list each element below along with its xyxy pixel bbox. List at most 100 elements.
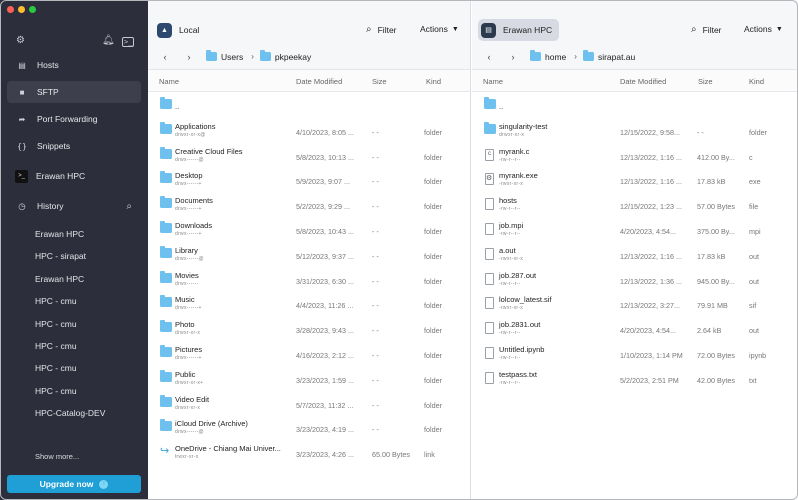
file-name: Music bbox=[175, 295, 195, 305]
history-item[interactable]: HPC - cmu bbox=[35, 341, 77, 351]
file-name: Creative Cloud Files bbox=[175, 146, 243, 156]
table-row[interactable]: Public drwxr-xr-x+ 3/23/2023, 1:59 ... - - f… bbox=[148, 367, 470, 392]
upgrade-button[interactable]: Upgrade now ↑ bbox=[7, 475, 141, 493]
history-item[interactable]: HPC - cmu bbox=[35, 319, 77, 329]
filter-button[interactable]: ⌕ Filter bbox=[691, 24, 722, 35]
breadcrumb-label: sirapat.au bbox=[597, 51, 636, 62]
file-size: - - bbox=[372, 251, 379, 261]
filter-button[interactable]: ⌕ Filter bbox=[366, 24, 397, 35]
breadcrumb-item[interactable]: home bbox=[530, 50, 566, 62]
sidebar-item-port-forwarding[interactable]: ➦ Port Forwarding bbox=[7, 108, 141, 130]
link-arrow-icon: ↪ bbox=[160, 445, 170, 458]
file-name: Documents bbox=[175, 196, 213, 206]
table-row[interactable]: job.mpi -rw-r--r-- 4/20/2023, 4:54... 375.0… bbox=[472, 218, 798, 243]
table-row[interactable]: Library drwx------@ 5/12/2023, 9:37 ... - -… bbox=[148, 243, 470, 268]
folder-icon bbox=[484, 97, 496, 109]
table-row[interactable]: Video Edit drwxr-xr-x 5/7/2023, 11:32 ... -… bbox=[148, 392, 470, 417]
close-window-button[interactable] bbox=[7, 6, 14, 13]
back-arrow-icon[interactable]: ‹ bbox=[482, 52, 496, 62]
actions-menu[interactable]: Actions ▼ bbox=[420, 24, 459, 34]
file-permissions: -rwxr-xr-x bbox=[499, 305, 524, 312]
file-kind: mpi bbox=[749, 227, 761, 236]
folder-icon bbox=[160, 295, 172, 308]
col-name[interactable]: Name bbox=[483, 77, 503, 86]
col-kind[interactable]: Kind bbox=[749, 77, 764, 86]
remote-pane: ▤ Erawan HPC ⌕ Filter Actions ▼ ‹ › home… bbox=[472, 0, 798, 500]
table-row[interactable]: myrank.c-rw-r--r-- 12/13/2022, 1:16 ... 41… bbox=[472, 144, 798, 169]
col-date[interactable]: Date Modified bbox=[620, 77, 666, 86]
file-date: 4/4/2023, 11:26 ... bbox=[296, 301, 354, 311]
file-size: 17.83 kB bbox=[697, 251, 726, 261]
table-row[interactable]: Creative Cloud Files drwx------@ 5/8/2023,… bbox=[148, 144, 470, 169]
history-item[interactable]: HPC - cmu bbox=[35, 386, 77, 396]
col-size[interactable]: Size bbox=[698, 77, 713, 86]
forward-arrow-icon[interactable]: › bbox=[506, 52, 520, 62]
table-row[interactable]: myrank.exe-rwxr-xr-x 12/13/2022, 1:16 ...… bbox=[472, 168, 798, 193]
show-more-link[interactable]: Show more... bbox=[35, 452, 79, 461]
search-icon[interactable]: ⌕ bbox=[126, 201, 132, 212]
gear-icon[interactable]: ⚙ bbox=[16, 35, 25, 47]
table-row[interactable]: Desktop drwx------+ 5/9/2023, 9:07 ... - - f… bbox=[148, 168, 470, 193]
history-item[interactable]: HPC-Catalog-DEV bbox=[35, 408, 105, 418]
table-row[interactable]: Movies drwx------ 3/31/2023, 6:30 ... - - fo… bbox=[148, 268, 470, 293]
table-row[interactable]: .. bbox=[148, 94, 470, 119]
minimize-window-button[interactable] bbox=[18, 6, 25, 13]
forward-arrow-icon[interactable]: › bbox=[182, 52, 196, 62]
file-name: hosts bbox=[499, 196, 517, 206]
table-row[interactable]: Pictures drwx------+ 4/16/2023, 2:12 ... - … bbox=[148, 342, 470, 367]
table-row[interactable]: Applications drwxr-xr-x@ 4/10/2023, 8:05 .… bbox=[148, 119, 470, 144]
table-row[interactable]: .. bbox=[472, 94, 798, 119]
col-name[interactable]: Name bbox=[159, 77, 179, 86]
column-header: Name Date Modified Size Kind bbox=[148, 70, 470, 92]
sidebar-item-erawan-hpc[interactable]: >_ Erawan HPC bbox=[7, 165, 141, 187]
file-permissions: drwxr-xr-x bbox=[175, 330, 201, 337]
table-row[interactable]: job.2831.out -rw-r--r-- 4/20/2023, 4:54...… bbox=[472, 317, 798, 342]
table-row[interactable]: lolcow_latest.sif -rwxr-xr-x 12/13/2022, 3… bbox=[472, 292, 798, 317]
row-icon bbox=[484, 322, 494, 335]
chevron-down-icon: ▼ bbox=[451, 25, 459, 33]
history-item[interactable]: HPC - cmu bbox=[35, 363, 77, 373]
table-row[interactable]: Photo drwxr-xr-x 3/28/2023, 9:43 ... - - fol… bbox=[148, 317, 470, 342]
file-size: - - bbox=[372, 400, 379, 410]
history-item[interactable]: HPC - cmu bbox=[35, 296, 77, 306]
actions-menu[interactable]: Actions ▼ bbox=[744, 24, 783, 34]
folder-icon bbox=[160, 369, 172, 382]
breadcrumb-item[interactable]: Users bbox=[206, 50, 243, 62]
bell-icon[interactable]: 🔔︎ bbox=[102, 35, 115, 47]
breadcrumb-item[interactable]: › sirapat.au bbox=[574, 50, 636, 62]
col-date[interactable]: Date Modified bbox=[296, 77, 342, 86]
table-row[interactable]: Documents drwx------+ 5/2/2023, 9:29 ... - … bbox=[148, 193, 470, 218]
table-row[interactable]: testpass.txt -rw-r--r-- 5/2/2023, 2:51 PM 4… bbox=[472, 367, 798, 392]
sidebar-item-hosts[interactable]: ▤ Hosts bbox=[7, 54, 141, 76]
sidebar-item-sftp[interactable]: ■ SFTP bbox=[7, 81, 141, 103]
file-size: 79.91 MB bbox=[697, 301, 728, 311]
table-row[interactable]: job.287.out -rw-r--r-- 12/13/2022, 1:36 ..… bbox=[472, 268, 798, 293]
terminal-icon[interactable]: >_ bbox=[122, 37, 135, 47]
breadcrumb-item[interactable]: › pkpeekay bbox=[251, 50, 311, 62]
back-arrow-icon[interactable]: ‹ bbox=[158, 52, 172, 62]
sidebar-item-snippets[interactable]: {} Snippets bbox=[7, 135, 141, 157]
file-kind: link bbox=[424, 450, 435, 460]
history-item[interactable]: Erawan HPC bbox=[35, 274, 84, 284]
zoom-window-button[interactable] bbox=[29, 6, 36, 13]
host-selector[interactable]: ▲ Local bbox=[154, 19, 206, 41]
history-item[interactable]: Erawan HPC bbox=[35, 229, 84, 239]
table-row[interactable]: singularity-test drwxr-xr-x 12/15/2022, 9:… bbox=[472, 119, 798, 144]
row-icon bbox=[160, 196, 172, 209]
folder-icon bbox=[160, 270, 172, 283]
table-row[interactable]: Downloads drwx------+ 5/8/2023, 10:43 ... -… bbox=[148, 218, 470, 243]
file-date: 4/16/2023, 2:12 ... bbox=[296, 351, 354, 360]
host-selector[interactable]: ▤ Erawan HPC bbox=[478, 19, 560, 41]
col-kind[interactable]: Kind bbox=[426, 77, 441, 86]
col-size[interactable]: Size bbox=[372, 77, 387, 86]
table-row[interactable]: Untitled.ipynb -rw-r--r-- 1/10/2023, 1:14 … bbox=[472, 342, 798, 367]
file-date: 5/12/2023, 9:37 ... bbox=[296, 251, 354, 261]
table-row[interactable]: hosts -rw-r--r-- 12/15/2022, 1:23 ... 57.00… bbox=[472, 193, 798, 218]
table-row[interactable]: Music drwx------+ 4/4/2023, 11:26 ... - - fo… bbox=[148, 292, 470, 317]
table-row[interactable]: iCloud Drive (Archive) drwx------@ 3/23/20… bbox=[148, 416, 470, 441]
file-name: Movies bbox=[175, 270, 199, 280]
table-row[interactable]: ↪ OneDrive - Chiang Mai Univer... lrwxr-xr… bbox=[148, 441, 470, 466]
history-item[interactable]: HPC - sirapat bbox=[35, 251, 86, 261]
table-row[interactable]: a.out -rwxr-xr-x 12/13/2022, 1:16 ... 17.83… bbox=[472, 243, 798, 268]
file-name: Untitled.ipynb bbox=[499, 345, 545, 354]
